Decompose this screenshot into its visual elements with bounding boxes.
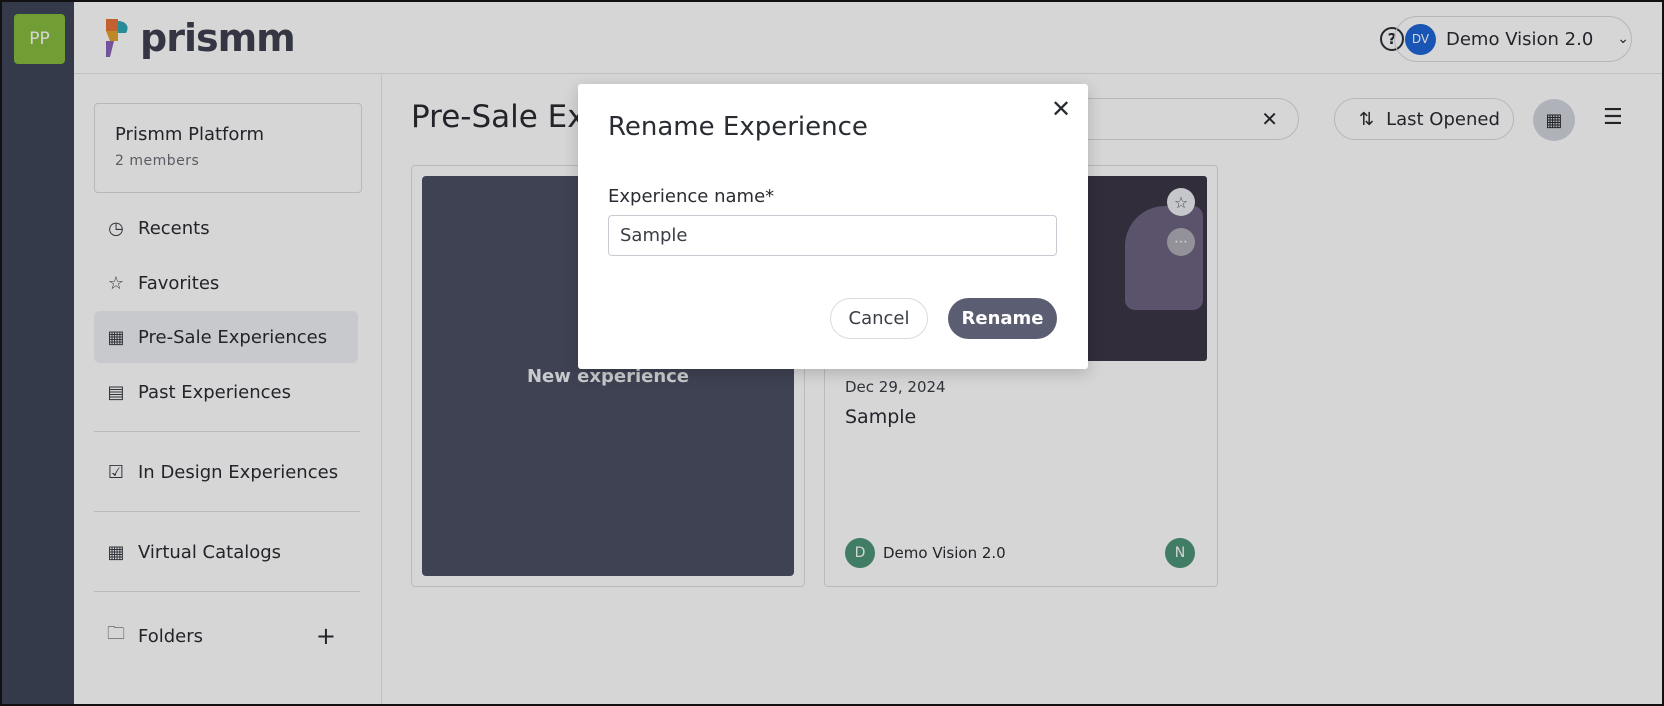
experience-name-label: Experience name*	[608, 186, 775, 207]
rename-experience-dialog: ✕ Rename Experience Experience name* Can…	[578, 84, 1088, 369]
close-icon[interactable]: ✕	[1046, 94, 1076, 124]
dialog-title: Rename Experience	[608, 112, 868, 142]
rename-button[interactable]: Rename	[948, 298, 1057, 339]
experience-name-input[interactable]	[608, 215, 1057, 256]
cancel-button[interactable]: Cancel	[830, 298, 928, 339]
